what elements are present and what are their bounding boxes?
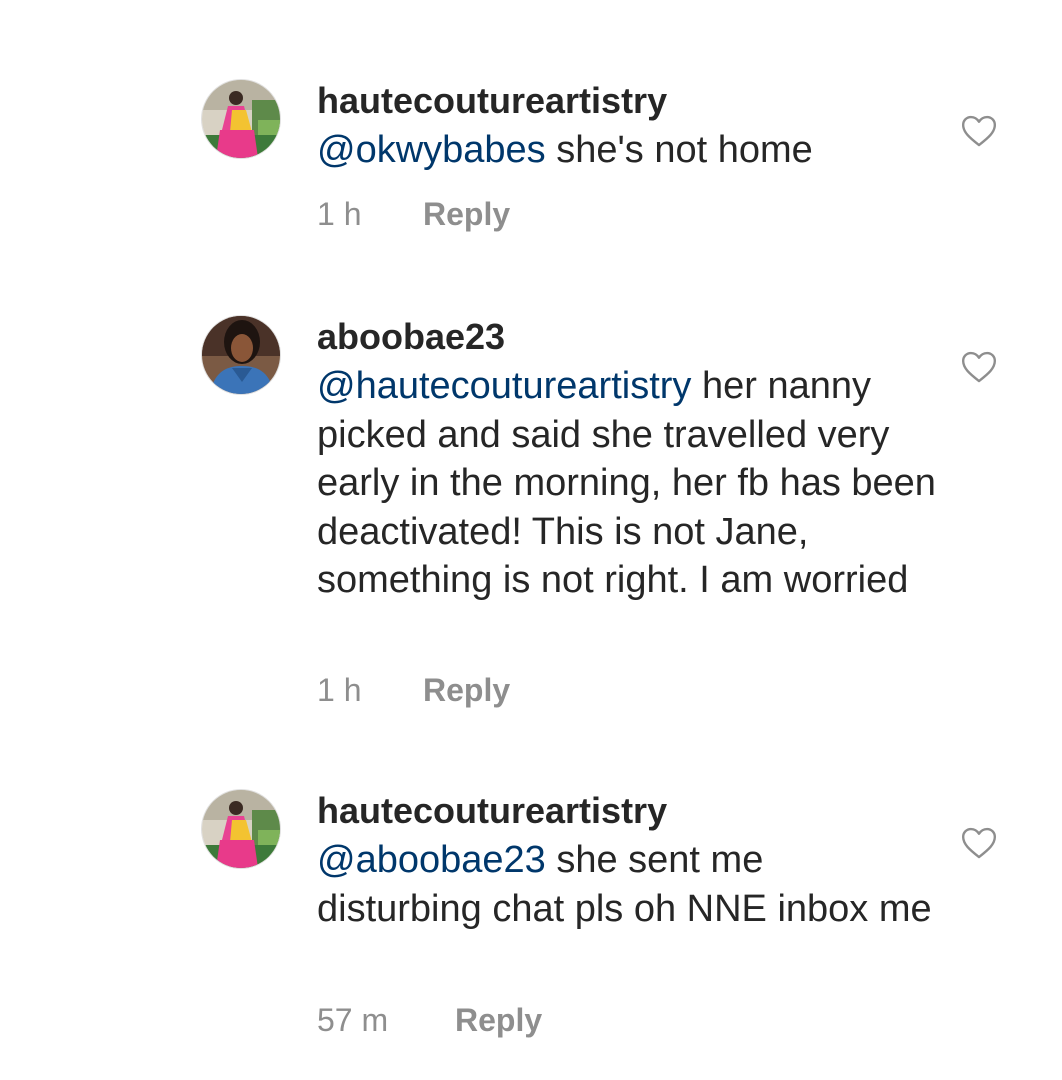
like-button[interactable]: [960, 112, 998, 148]
comment-text: @aboobae23 she sent me disturbing chat p…: [317, 836, 937, 933]
comment-username[interactable]: aboobae23: [317, 314, 505, 360]
mention-link[interactable]: @aboobae23: [317, 839, 546, 881]
avatar-image: [202, 80, 280, 158]
heart-outline-icon: [961, 351, 997, 383]
avatar[interactable]: [202, 790, 280, 868]
avatar-image: [202, 316, 280, 394]
comment-text: @hautecoutureartistry her nanny picked a…: [317, 362, 937, 605]
heart-outline-icon: [961, 827, 997, 859]
like-button[interactable]: [960, 348, 998, 384]
reply-button[interactable]: Reply: [455, 1000, 542, 1040]
comment-meta: 57 m Reply: [317, 1000, 542, 1040]
comment-username[interactable]: hautecoutureartistry: [317, 788, 667, 834]
comment-body: she's not home: [545, 129, 813, 171]
comment-timestamp: 57 m: [317, 1002, 389, 1038]
comment-timestamp: 1 h: [317, 672, 362, 708]
like-button[interactable]: [960, 824, 998, 860]
comment-meta: 1 h Reply: [317, 194, 510, 234]
heart-outline-icon: [961, 115, 997, 147]
avatar[interactable]: [202, 316, 280, 394]
comment-meta: 1 h Reply: [317, 670, 510, 710]
mention-link[interactable]: @okwybabes: [317, 129, 546, 171]
avatar[interactable]: [202, 80, 280, 158]
reply-button[interactable]: Reply: [423, 194, 510, 234]
mention-link[interactable]: @hautecoutureartistry: [317, 365, 691, 407]
comment-text: @okwybabes she's not home: [317, 126, 937, 175]
comment-username[interactable]: hautecoutureartistry: [317, 78, 667, 124]
avatar-image: [202, 790, 280, 868]
comment-timestamp: 1 h: [317, 196, 362, 232]
reply-button[interactable]: Reply: [423, 670, 510, 710]
